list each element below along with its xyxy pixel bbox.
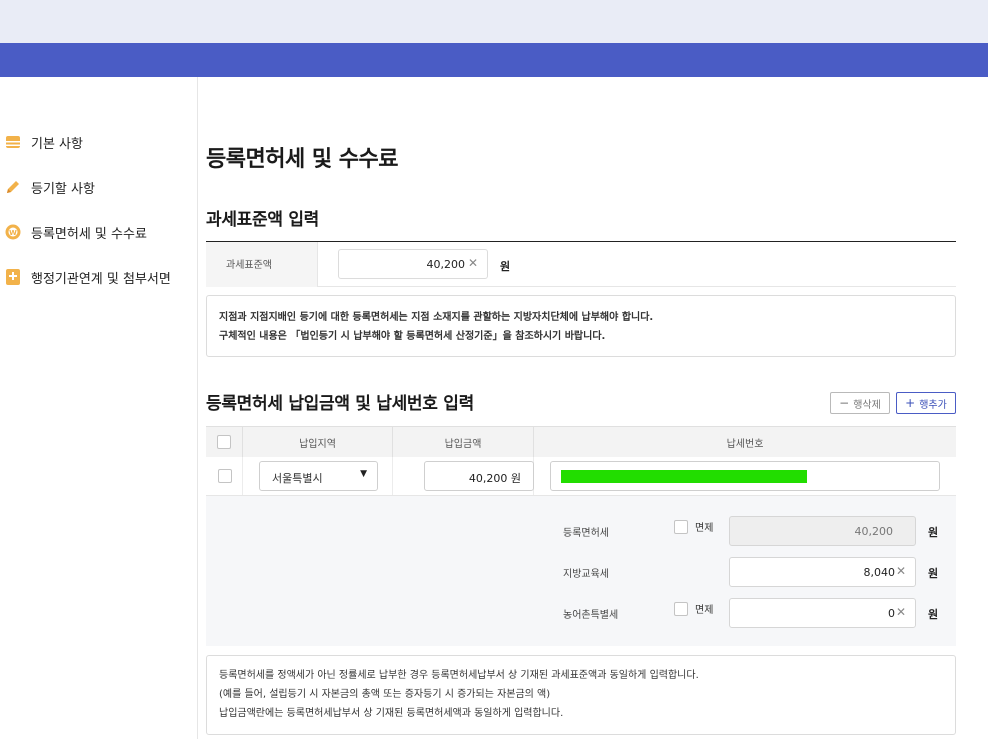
registration-tax-input: 40,200 (729, 516, 916, 546)
document-icon (4, 133, 22, 151)
payment-section-title: 등록면허세 납입금액 및 납세번호 입력 (206, 394, 474, 414)
rural-tax-unit: 원 (928, 608, 939, 621)
tax-base-unit: 원 (500, 260, 511, 273)
education-tax-unit: 원 (928, 567, 939, 580)
tax-base-row: 과세표준액 40,200 ✕ 원 (206, 241, 956, 287)
row-checkbox[interactable] (218, 469, 232, 483)
checkbox-box (674, 601, 688, 616)
header-checkbox-cell (206, 427, 243, 457)
sidebar-item-label: 행정기관연계 및 첨부서면 (31, 271, 171, 287)
sidebar-item-tax-and-fees[interactable]: W 등록면허세 및 수수료 (4, 220, 147, 244)
sidebar-item-basic-info[interactable]: 기본 사항 (4, 130, 83, 154)
sidebar-item-label: 등기할 사항 (31, 181, 95, 197)
notice-line: 등록면허세를 정액세가 아닌 정률세로 납부한 경우 등록면허세납부서 상 기재… (219, 670, 699, 681)
rural-tax-label: 농어촌특별세 (563, 610, 619, 621)
select-all-checkbox[interactable] (217, 435, 231, 449)
row-checkbox-cell (206, 457, 243, 495)
tax-number-input[interactable] (550, 461, 940, 491)
tax-base-input[interactable]: 40,200 (338, 249, 488, 279)
delete-row-label: 행삭제 (853, 399, 881, 411)
notice-line: (예를 들어, 설립등기 시 자본금의 총액 또는 증자등기 시 증가되는 자본… (219, 689, 551, 700)
table-row: 서울특별시 ▼ 40,200 원 (206, 457, 956, 496)
rural-tax-exempt-checkbox[interactable]: 면제 (674, 601, 713, 616)
coin-icon: W (4, 223, 22, 241)
education-tax-input[interactable]: 8,040 (729, 557, 916, 587)
education-tax-label: 지방교육세 (563, 569, 609, 580)
registration-tax-exempt-checkbox[interactable]: 면제 (674, 519, 713, 534)
region-select[interactable]: 서울특별시 ▼ (259, 461, 378, 491)
sidebar-item-label: 기본 사항 (31, 136, 83, 152)
sidebar: 기본 사항 등기할 사항 W 등록면허세 및 수수료 행정기관연계 및 첨부서면 (0, 77, 198, 739)
navigation-bar (0, 43, 988, 77)
notice-line: 구체적인 내용은 「법인등기 시 납부해야 할 등록면허세 산정기준」을 참조하… (219, 331, 606, 342)
plus-document-icon (4, 268, 22, 286)
notice-box: 등록면허세를 정액세가 아닌 정률세로 납부한 경우 등록면허세납부서 상 기재… (206, 655, 956, 735)
tax-detail-panel: 등록면허세 면제 40,200 원 지방교육세 8,040 ✕ 원 농어촌특별세… (206, 496, 956, 646)
region-select-value: 서울특별시 (272, 472, 323, 485)
add-row-button[interactable]: + 행추가 (896, 392, 956, 414)
column-header: 납세번호 (726, 438, 764, 450)
tax-base-section-title: 과세표준액 입력 (206, 210, 319, 230)
page-title: 등록면허세 및 수수료 (206, 147, 398, 172)
payment-amount-input[interactable]: 40,200 원 (424, 461, 534, 491)
clear-icon[interactable]: ✕ (896, 564, 906, 578)
rural-tax-input[interactable]: 0 (729, 598, 916, 628)
redacted-value (561, 470, 807, 483)
registration-tax-label: 등록면허세 (563, 528, 609, 539)
clear-icon[interactable]: ✕ (468, 256, 478, 270)
chevron-down-icon: ▼ (360, 469, 367, 479)
tax-base-label: 과세표준액 (206, 242, 318, 287)
add-row-label: 행추가 (919, 399, 947, 411)
notice-box: 지점과 지점지배인 등기에 대한 등록면허세는 지점 소재지를 관할하는 지방자… (206, 295, 956, 357)
table-header: 납입지역 납입금액 납세번호 (206, 426, 956, 457)
sidebar-item-registration-items[interactable]: 등기할 사항 (4, 175, 95, 199)
delete-row-button[interactable]: − 행삭제 (830, 392, 890, 414)
pencil-icon (4, 178, 22, 196)
sidebar-item-agency-attachments[interactable]: 행정기관연계 및 첨부서면 (4, 265, 171, 289)
column-header: 납입금액 (393, 427, 534, 457)
notice-line: 납입금액란에는 등록면허세납부서 상 기재된 등록면허세액과 동일하게 입력합니… (219, 708, 564, 719)
clear-icon[interactable]: ✕ (896, 605, 906, 619)
checkbox-box (674, 519, 688, 534)
exempt-label: 면제 (695, 523, 714, 534)
exempt-label: 면제 (695, 605, 714, 616)
svg-text:W: W (9, 229, 17, 237)
column-header: 납입지역 (243, 427, 393, 457)
registration-tax-unit: 원 (928, 526, 939, 539)
minus-icon: − (839, 396, 850, 410)
plus-icon: + (905, 396, 916, 410)
sidebar-item-label: 등록면허세 및 수수료 (31, 226, 147, 242)
top-header-bar (0, 0, 988, 43)
notice-line: 지점과 지점지배인 등기에 대한 등록면허세는 지점 소재지를 관할하는 지방자… (219, 312, 654, 323)
